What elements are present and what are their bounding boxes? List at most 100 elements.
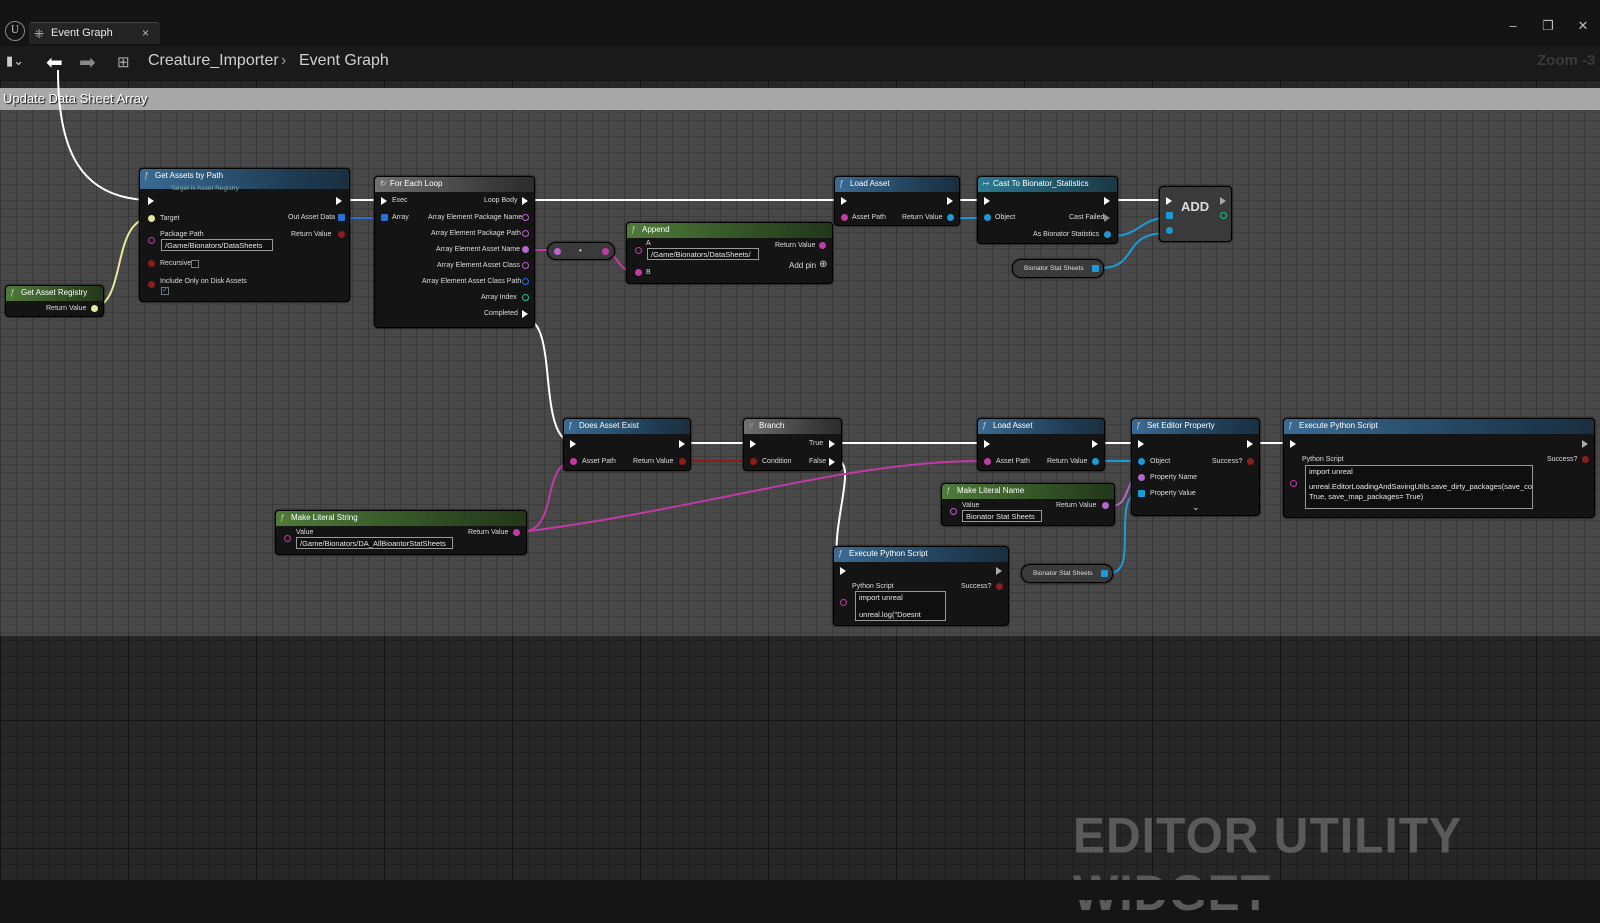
bool-pin[interactable]: [148, 260, 155, 267]
exec-in-pin[interactable]: [984, 440, 990, 448]
exec-in-pin[interactable]: [570, 440, 576, 448]
bool-pin[interactable]: [148, 281, 155, 288]
int-pin[interactable]: [1220, 212, 1227, 219]
bool-pin[interactable]: [996, 583, 1003, 590]
exec-out-pin[interactable]: [1092, 440, 1098, 448]
string-pin[interactable]: [148, 237, 155, 244]
array-pin[interactable]: [1166, 212, 1173, 219]
name-pin[interactable]: [950, 508, 957, 515]
exec-in-pin[interactable]: [750, 440, 756, 448]
node-append[interactable]: ƒ Append A /Game/Bionators/DataSheets/ Re…: [626, 222, 833, 284]
string-pin[interactable]: [984, 458, 991, 465]
variable-bionator-stat-sheets[interactable]: Bionator Stat Sheets: [1012, 259, 1104, 278]
exec-in-pin[interactable]: [841, 197, 847, 205]
recursive-checkbox[interactable]: [191, 260, 199, 268]
node-cast-bionator[interactable]: ↦ Cast To Bionator_Statistics Object Cast…: [977, 176, 1118, 244]
string-pin[interactable]: [513, 529, 520, 536]
exec-in-pin[interactable]: [1166, 197, 1172, 205]
struct-pin[interactable]: [522, 278, 529, 285]
node-make-literal-string[interactable]: ƒ Make Literal String Value /Game/Bionato…: [275, 510, 527, 555]
python-script-input[interactable]: import unreal unreal.log("Doesnt exist"): [855, 591, 946, 621]
add-pin-button[interactable]: Add pin: [789, 261, 816, 270]
include-disk-checkbox[interactable]: ✓: [161, 287, 169, 295]
bool-pin[interactable]: [1582, 456, 1589, 463]
exec-in-pin[interactable]: [840, 567, 846, 575]
name-pin[interactable]: [522, 230, 529, 237]
object-pin[interactable]: [1092, 458, 1099, 465]
node-execute-python-2[interactable]: ƒ Execute Python Script Python Script Suc…: [833, 546, 1009, 626]
array-pin[interactable]: [381, 214, 388, 221]
array-pin[interactable]: [1101, 570, 1108, 577]
exec-out-pin[interactable]: [1247, 440, 1253, 448]
name-pin[interactable]: [522, 214, 529, 221]
string-pin[interactable]: [840, 599, 847, 606]
append-a-input[interactable]: /Game/Bionators/DataSheets/: [647, 248, 759, 260]
expand-chevron-icon[interactable]: ⌄: [1192, 502, 1200, 513]
exec-in-pin[interactable]: [1138, 440, 1144, 448]
exec-out-false-pin[interactable]: [829, 458, 835, 466]
exec-in-pin[interactable]: [1290, 440, 1296, 448]
exec-out-pin[interactable]: [336, 197, 342, 205]
exec-out-pin[interactable]: [1582, 440, 1588, 448]
object-pin[interactable]: [91, 305, 98, 312]
node-load-asset-1[interactable]: ƒ Load Asset Asset Path Return Value: [834, 176, 960, 226]
node-load-asset-2[interactable]: ƒ Load Asset Asset Path Return Value: [977, 418, 1105, 471]
bool-pin[interactable]: [679, 458, 686, 465]
node-execute-python-1[interactable]: ƒ Execute Python Script Python Script Suc…: [1283, 418, 1595, 518]
string-pin[interactable]: [819, 242, 826, 249]
node-get-asset-registry[interactable]: ƒ Get Asset Registry Return Value: [5, 285, 104, 317]
array-pin[interactable]: [1092, 265, 1099, 272]
node-set-editor-property[interactable]: ƒ Set Editor Property Object Success? Pro…: [1131, 418, 1260, 516]
conversion-node[interactable]: •: [547, 242, 615, 260]
exec-out-pin[interactable]: [522, 197, 528, 205]
exec-out-pin[interactable]: [996, 567, 1002, 575]
string-pin[interactable]: [635, 269, 642, 276]
string-pin[interactable]: [841, 214, 848, 221]
string-pin[interactable]: [284, 535, 291, 542]
node-array-add[interactable]: ADD: [1159, 186, 1232, 242]
exec-out-pin[interactable]: [1104, 214, 1110, 222]
string-pin[interactable]: [1290, 480, 1297, 487]
plus-circle-icon[interactable]: ⊕: [819, 259, 827, 270]
target-pin[interactable]: [148, 215, 155, 222]
exec-out-pin[interactable]: [522, 310, 528, 318]
object-pin[interactable]: [947, 214, 954, 221]
name-pin[interactable]: [522, 246, 529, 253]
exec-out-pin[interactable]: [679, 440, 685, 448]
string-pin[interactable]: [602, 248, 609, 255]
bool-pin[interactable]: [338, 231, 345, 238]
node-get-assets-by-path[interactable]: ƒ Get Assets by Path Target is Asset Regis…: [139, 168, 350, 302]
package-path-input[interactable]: /Game/Bionators/DataSheets: [161, 239, 273, 251]
object-pin[interactable]: [1166, 227, 1173, 234]
exec-in-pin[interactable]: [148, 197, 154, 205]
exec-in-pin[interactable]: [381, 197, 387, 205]
exec-out-pin[interactable]: [947, 197, 953, 205]
python-script-input[interactable]: import unreal unreal.EditorLoadingAndSav…: [1305, 465, 1533, 509]
name-pin[interactable]: [554, 248, 561, 255]
exec-out-pin[interactable]: [1220, 197, 1226, 205]
node-does-asset-exist[interactable]: ƒ Does Asset Exist Asset Path Return Valu…: [563, 418, 691, 471]
literal-name-input[interactable]: Bionator Stat Sheets: [962, 510, 1042, 522]
string-pin[interactable]: [635, 247, 642, 254]
object-pin[interactable]: [1104, 231, 1111, 238]
node-for-each-loop[interactable]: ↻ For Each Loop Exec Loop Body Array Arra…: [374, 176, 535, 328]
object-pin[interactable]: [1138, 458, 1145, 465]
wildcard-pin[interactable]: [1138, 490, 1145, 497]
node-make-literal-name[interactable]: ƒ Make Literal Name Value Bionator Stat S…: [941, 483, 1115, 526]
node-title: For Each Loop: [390, 179, 443, 188]
int-pin[interactable]: [522, 294, 529, 301]
array-pin[interactable]: [338, 214, 345, 221]
object-pin[interactable]: [984, 214, 991, 221]
literal-string-input[interactable]: /Game/Bionators/DA_AllBioantorStatSheets: [296, 537, 453, 549]
variable-bionator-stat-sheets[interactable]: Bionator Stat Sheets: [1021, 564, 1113, 583]
bool-pin[interactable]: [1247, 458, 1254, 465]
name-pin[interactable]: [1102, 502, 1109, 509]
node-branch[interactable]: ⑂ Branch True Condition False: [743, 418, 842, 471]
exec-in-pin[interactable]: [984, 197, 990, 205]
string-pin[interactable]: [570, 458, 577, 465]
exec-out-pin[interactable]: [1104, 197, 1110, 205]
name-pin[interactable]: [522, 262, 529, 269]
bool-pin[interactable]: [750, 458, 757, 465]
name-pin[interactable]: [1138, 474, 1145, 481]
exec-out-true-pin[interactable]: [829, 440, 835, 448]
